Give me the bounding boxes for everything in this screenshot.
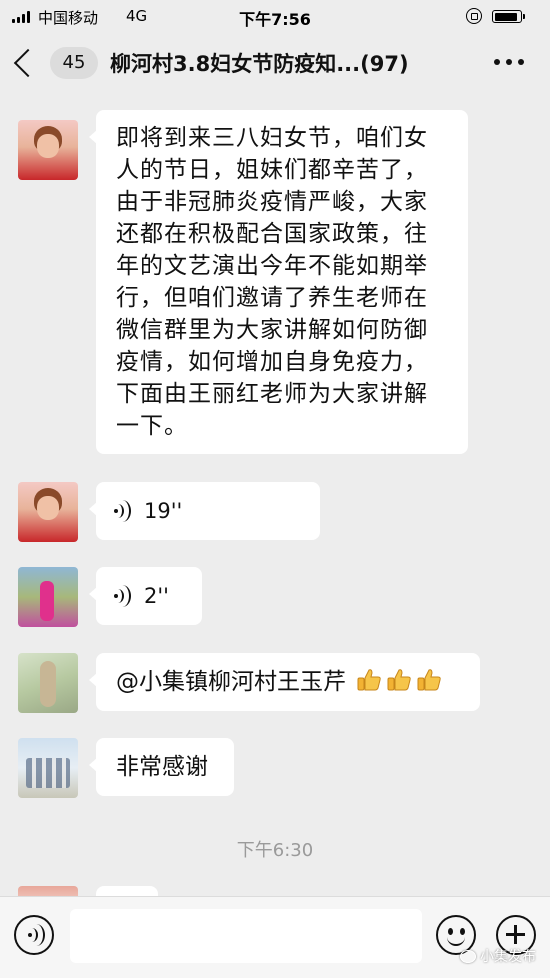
status-bar: 中国移动 4G 下午7:56 — [0, 0, 550, 34]
voice-wave-icon — [114, 585, 132, 607]
message-line: 即将到来三八妇女节，咱们女 — [116, 125, 428, 151]
thumbs-up-icon — [387, 669, 411, 691]
rotation-lock-icon — [466, 8, 482, 24]
voice-wave-icon — [114, 500, 132, 522]
chevron-left-icon — [13, 48, 43, 78]
message-line: 一下。 — [116, 413, 188, 439]
message-line: 还都在积极配合国家政策，往 — [116, 221, 428, 247]
watermark-text: 小集发布 — [480, 949, 536, 965]
message-line: 微信群里为大家讲解如何防御 — [116, 317, 428, 343]
watermark: 小集发布 — [460, 946, 536, 966]
message-line: 行，但咱们邀请了养生老师在 — [116, 285, 428, 311]
thumbs-up-icon — [357, 669, 381, 691]
message-bubble[interactable]: @小集镇柳河村王玉芹 — [89, 653, 480, 711]
message-bubble[interactable]: 即将到来三八妇女节，咱们女 人的节日，姐妹们都辛苦了， 由于非冠肺炎疫情严峻，大… — [89, 110, 468, 454]
battery-icon — [492, 10, 525, 23]
voice-duration: 2'' — [144, 584, 169, 608]
message-line: 年的文艺演出今年不能如期举 — [116, 253, 428, 279]
back-button[interactable]: 45 — [13, 46, 100, 82]
wechat-logo-icon — [460, 949, 476, 963]
avatar[interactable] — [18, 738, 78, 798]
voice-message[interactable]: 19'' — [89, 482, 320, 540]
avatar[interactable] — [18, 653, 78, 713]
unread-count-badge: 45 — [50, 47, 98, 79]
more-dots-icon[interactable] — [494, 58, 524, 66]
message-line: 由于非冠肺炎疫情严峻，大家 — [116, 189, 428, 215]
voice-input-button[interactable] — [14, 915, 54, 955]
thumbs-up-icon — [417, 669, 441, 691]
avatar[interactable] — [18, 482, 78, 542]
message-line: 人的节日，姐妹们都辛苦了， — [116, 157, 428, 183]
message-bubble[interactable]: 非常感谢 — [89, 738, 234, 796]
message-text: 非常感谢 — [116, 754, 208, 780]
smile-icon — [448, 928, 453, 935]
chat-title: 柳河村3.8妇女节防疫知...(97) — [110, 52, 409, 76]
thumbs-up-emoji-group — [352, 665, 442, 699]
avatar[interactable] — [18, 567, 78, 627]
voice-wave-icon — [28, 924, 46, 946]
message-text: @小集镇柳河村王玉芹 — [116, 669, 346, 695]
voice-duration: 19'' — [144, 499, 183, 523]
avatar[interactable] — [18, 120, 78, 180]
message-line: 下面由王丽红老师为大家讲解 — [116, 381, 428, 407]
message-input[interactable] — [70, 909, 422, 963]
voice-message[interactable]: 2'' — [89, 567, 202, 625]
chat-header: 45 柳河村3.8妇女节防疫知...(97) — [0, 34, 550, 92]
chat-timestamp: 下午6:30 — [236, 840, 314, 861]
message-line: 疫情，如何增加自身免疫力， — [116, 349, 428, 375]
